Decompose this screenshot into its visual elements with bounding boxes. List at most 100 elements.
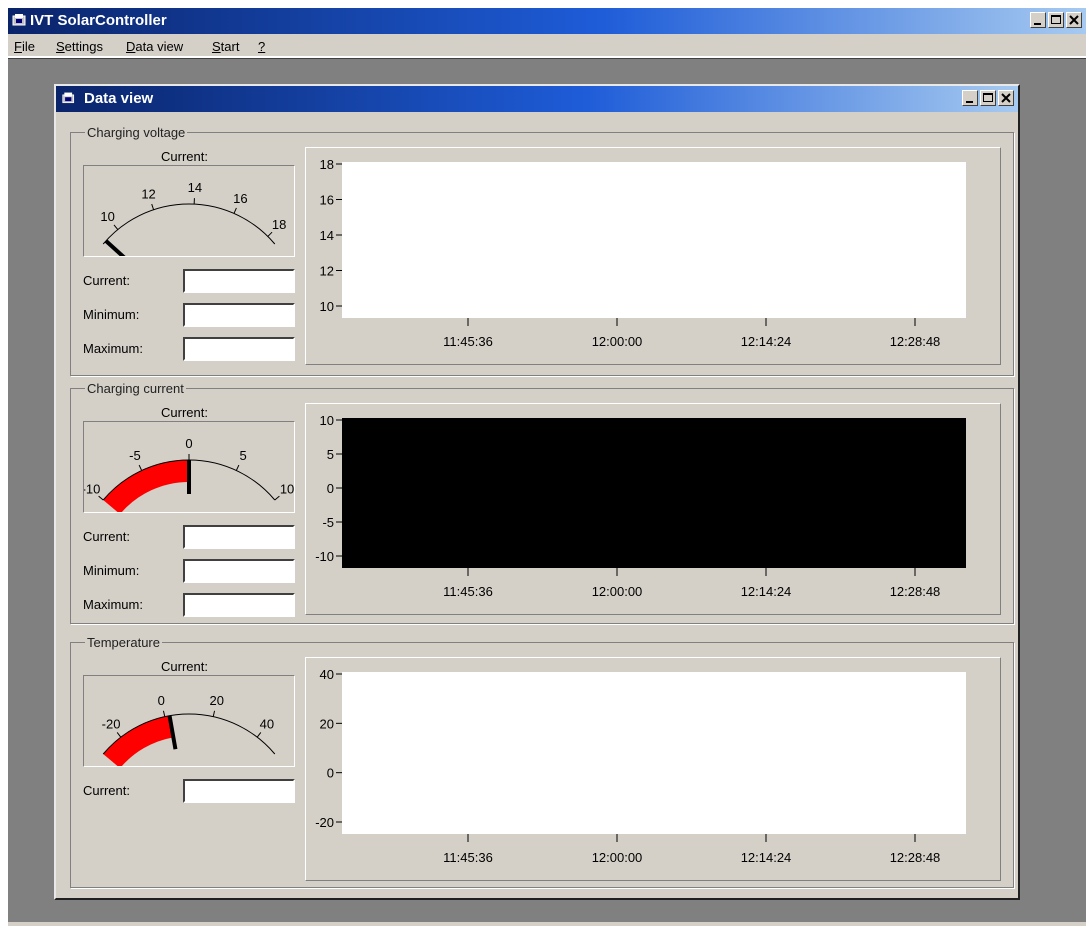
y-tick-label: 10	[320, 413, 334, 428]
app-titlebar: IVT SolarController	[8, 8, 1086, 34]
gauge-dial: -10 -5 0 5 10	[82, 436, 294, 515]
current-maximum-field[interactable]	[183, 593, 295, 617]
plot-area	[342, 162, 966, 318]
minimize-icon	[966, 101, 973, 103]
close-icon	[1001, 93, 1011, 103]
menu-label: ile	[21, 39, 35, 54]
menu-mnemonic: S	[56, 39, 65, 54]
gauge-tick-label: 0	[158, 693, 165, 708]
x-tick-label: 12:28:48	[890, 334, 941, 349]
temperature-gauge: -20 0 20 40	[83, 675, 295, 769]
menu-mnemonic: F	[14, 39, 22, 54]
menu-file[interactable]: File	[14, 39, 35, 54]
minimize-icon	[1034, 23, 1041, 25]
gauge-tick-label: 10	[100, 209, 114, 224]
gauge-tick-label: 10	[280, 482, 294, 497]
group-label: Charging current	[85, 381, 186, 396]
menu-label: ata view	[135, 39, 184, 54]
voltage-gauge: 10 12 14 16 18	[83, 165, 295, 266]
field-label: Minimum:	[83, 563, 140, 578]
maximize-button[interactable]	[1048, 12, 1064, 28]
gauge-needle	[104, 239, 133, 266]
x-tick-label: 11:45:36	[443, 584, 493, 599]
gauge-tick-label: 16	[233, 191, 247, 206]
gauge-caption: Current:	[161, 149, 208, 164]
temperature-current-field[interactable]	[183, 779, 295, 803]
plot-area	[342, 672, 966, 834]
y-tick-label: 0	[327, 766, 334, 781]
menu-label: tart	[220, 39, 240, 54]
y-tick-label: 18	[320, 157, 334, 172]
gauge-tick	[233, 207, 237, 214]
gauge-caption: Current:	[161, 659, 208, 674]
x-tick-label: 12:28:48	[890, 850, 941, 865]
menu-help[interactable]: ?	[258, 39, 265, 54]
menu-start[interactable]: Start	[212, 39, 239, 54]
x-tick-label: 12:00:00	[592, 334, 643, 349]
gauge-tick-label: 0	[185, 436, 192, 451]
gauge-tick	[113, 224, 119, 230]
gauge-tick	[212, 710, 216, 717]
field-label: Maximum:	[83, 597, 143, 612]
gauge-tick	[256, 732, 262, 738]
field-label: Current:	[83, 273, 130, 288]
menu-mnemonic: S	[212, 39, 221, 54]
temperature-chart-panel: 40 20 0 -20 11:45:36 12:00:00 12:14:24 12:28:48	[305, 657, 1001, 881]
gauge-tick	[274, 495, 280, 501]
voltage-maximum-field[interactable]	[183, 337, 295, 361]
data-view-titlebar[interactable]: Data view	[56, 86, 1018, 112]
gauge-tick	[162, 710, 166, 717]
current-gauge: -10 -5 0 5 10	[82, 421, 295, 515]
gauge-tick-label: 12	[141, 187, 155, 202]
group-label: Temperature	[85, 635, 162, 650]
menu-label: ettings	[64, 39, 103, 54]
temperature-group: Temperature Current: -20 0 20 40 Current: 4…	[70, 635, 1014, 888]
child-close-button[interactable]	[998, 90, 1014, 106]
close-icon	[1069, 15, 1079, 25]
maximize-icon	[983, 93, 993, 102]
gauge-tick-label: -10	[84, 482, 100, 497]
app-icon	[12, 14, 26, 26]
y-tick-label: 14	[320, 228, 334, 243]
y-tick-label: -10	[315, 549, 334, 564]
menu-mnemonic: ?	[258, 39, 266, 54]
field-label: Maximum:	[83, 341, 143, 356]
x-tick-label: 12:28:48	[890, 584, 941, 599]
x-tick-label: 12:14:24	[741, 334, 792, 349]
gauge-tick-label: 14	[188, 180, 202, 195]
y-tick-label: -20	[315, 815, 334, 830]
gauge-scale-arc	[102, 203, 276, 245]
menu-settings[interactable]: Settings	[56, 39, 103, 54]
maximize-icon	[1051, 15, 1061, 24]
child-maximize-button[interactable]	[980, 90, 996, 106]
app-title: IVT SolarController	[30, 12, 167, 29]
y-tick-label: 12	[320, 264, 334, 279]
gauge-tick-label: -5	[129, 448, 141, 463]
gauge-dial: 10 12 14 16 18	[100, 180, 286, 266]
current-current-field[interactable]	[183, 525, 295, 549]
field-label: Current:	[83, 783, 130, 798]
gauge-caption: Current:	[161, 405, 208, 420]
current-chart: 10 5 0 -5 -10 11:45:36 12:00:00 12:14:24 12:28:4…	[315, 413, 966, 599]
x-tick-label: 11:45:36	[443, 850, 493, 865]
gauge-tick	[116, 732, 122, 738]
current-chart-panel: 10 5 0 -5 -10 11:45:36 12:00:00 12:14:24 12:28:4…	[305, 403, 1001, 615]
y-tick-label: 5	[327, 447, 334, 462]
x-tick-label: 12:14:24	[741, 584, 792, 599]
y-tick-label: 40	[320, 667, 334, 682]
voltage-minimum-field[interactable]	[183, 303, 295, 327]
gauge-tick-label: 18	[272, 217, 286, 232]
voltage-chart: 18 16 14 12 10 11:45:36 12:00:00 12:14:24 12:28:…	[320, 157, 966, 349]
field-label: Current:	[83, 529, 130, 544]
menu-mnemonic: D	[126, 39, 136, 54]
close-button[interactable]	[1066, 12, 1082, 28]
child-minimize-button[interactable]	[962, 90, 978, 106]
voltage-current-field[interactable]	[183, 269, 295, 293]
current-minimum-field[interactable]	[183, 559, 295, 583]
field-label: Minimum:	[83, 307, 140, 322]
minimize-button[interactable]	[1030, 12, 1046, 28]
gauge-tick	[267, 231, 273, 237]
menu-data-view[interactable]: Data view	[126, 39, 183, 54]
charging-voltage-group: Charging voltage Current: 10 12 14 16 18 Cur…	[70, 125, 1014, 376]
y-tick-label: -5	[322, 515, 334, 530]
